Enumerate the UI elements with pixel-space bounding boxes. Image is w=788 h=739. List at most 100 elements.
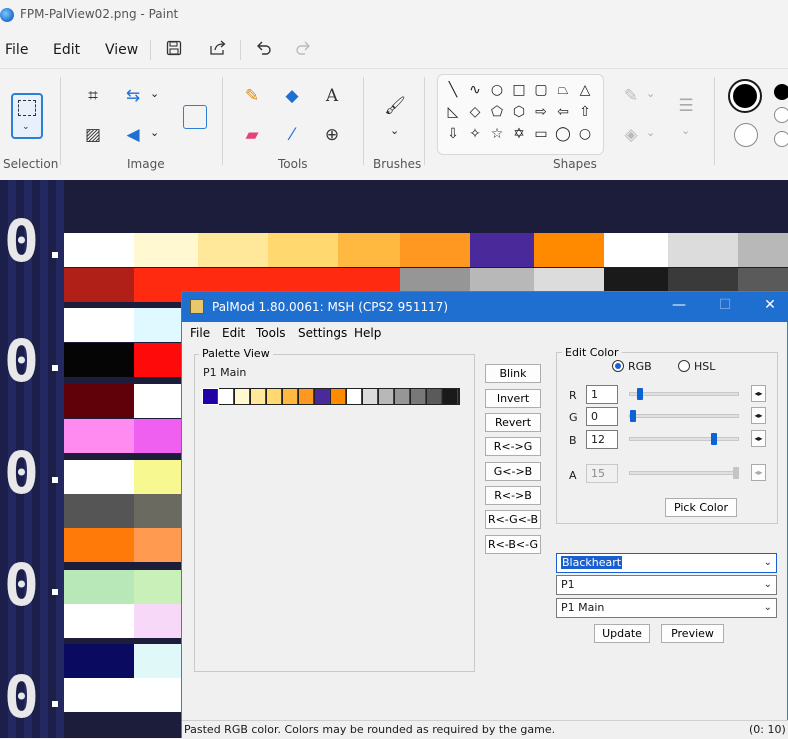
star5-shape-icon[interactable]: ☆ — [488, 125, 506, 143]
palette-swatch[interactable] — [235, 389, 250, 404]
star4-shape-icon[interactable]: ✧ — [466, 125, 484, 143]
palette-swatch[interactable] — [379, 389, 394, 404]
palette-swatch[interactable] — [363, 389, 378, 404]
b-value-field[interactable]: 12 — [586, 430, 618, 449]
close-icon[interactable]: ✕ — [760, 297, 780, 313]
palette-swatch-strip[interactable] — [202, 388, 460, 405]
palmod-titlebar[interactable]: PalMod 1.80.0061: MSH (CPS2 951117) — ☐ … — [182, 292, 788, 322]
arrow-right-shape-icon[interactable]: ⇨ — [532, 103, 550, 121]
b-slider[interactable] — [629, 437, 739, 441]
palette-swatch[interactable] — [299, 389, 314, 404]
shape-fill-icon[interactable]: ◈ — [620, 124, 642, 146]
redo-icon[interactable] — [292, 40, 314, 60]
g-slider[interactable] — [629, 414, 739, 418]
outline-icon[interactable]: ✎ — [620, 85, 642, 107]
maximize-icon[interactable]: ☐ — [715, 297, 735, 313]
rotate-icon[interactable]: ⇆ — [122, 85, 144, 107]
swap-gb-button[interactable]: G<->B — [485, 462, 541, 481]
r-spin-button[interactable]: ◂▸ — [751, 385, 766, 402]
update-button[interactable]: Update — [594, 624, 650, 643]
selection-tool-button[interactable]: ⌄ — [11, 93, 43, 139]
palette-swatch[interactable] — [267, 389, 282, 404]
menu-file[interactable]: File — [5, 42, 28, 58]
palmod-menu-tools[interactable]: Tools — [256, 326, 286, 340]
line-shape-icon[interactable]: ╲ — [444, 81, 462, 99]
share-icon[interactable] — [207, 40, 229, 60]
chevron-down-icon[interactable]: ⌄ — [390, 124, 399, 137]
b-spin-button[interactable]: ◂▸ — [751, 430, 766, 447]
pentagon-shape-icon[interactable]: ⬠ — [488, 103, 506, 121]
palette-swatch[interactable] — [443, 389, 458, 404]
r-slider-thumb[interactable] — [637, 388, 643, 400]
palette-swatch[interactable] — [202, 388, 219, 405]
rotate-rgb-button[interactable]: R<-G<-B — [485, 510, 541, 529]
chevron-down-icon[interactable]: ⌄ — [646, 87, 655, 100]
pick-color-button[interactable]: Pick Color — [665, 498, 737, 517]
palette-swatch[interactable] — [347, 389, 362, 404]
star6-shape-icon[interactable]: ✡ — [510, 125, 528, 143]
callout-rect-shape-icon[interactable]: ▭ — [532, 125, 550, 143]
chevron-down-icon[interactable]: ⌄ — [681, 124, 690, 137]
game-select[interactable]: Blackheart ⌄ — [556, 553, 777, 573]
fill-bucket-icon[interactable]: ◆ — [281, 85, 303, 107]
rotate-rbg-button[interactable]: R<-B<-G — [485, 535, 541, 554]
text-tool-icon[interactable]: A — [321, 85, 343, 107]
color-picker-icon[interactable]: ⁄ — [281, 124, 303, 146]
rgb-radio[interactable] — [612, 360, 624, 372]
chevron-down-icon[interactable]: ⌄ — [150, 87, 159, 100]
palmod-menu-file[interactable]: File — [190, 326, 210, 340]
palette-color-black[interactable] — [774, 84, 788, 100]
palette-swatch[interactable] — [219, 389, 234, 404]
palette-color-white[interactable] — [774, 107, 788, 123]
resize-icon[interactable]: ▨ — [82, 124, 104, 146]
palette-swatch[interactable] — [283, 389, 298, 404]
palmod-menu-edit[interactable]: Edit — [222, 326, 245, 340]
preview-button[interactable]: Preview — [661, 624, 724, 643]
chevron-down-icon[interactable]: ⌄ — [150, 126, 159, 139]
hexagon-shape-icon[interactable]: ⬡ — [510, 103, 528, 121]
line-size-icon[interactable]: ☰ — [675, 95, 697, 117]
blink-button[interactable]: Blink — [485, 364, 541, 383]
unit-select[interactable]: P1 ⌄ — [556, 575, 777, 595]
hsl-radio[interactable] — [678, 360, 690, 372]
palette-swatch[interactable] — [331, 389, 346, 404]
rectangle-shape-icon[interactable]: □ — [510, 81, 528, 99]
callout-cloud-shape-icon[interactable]: ○ — [576, 125, 594, 143]
crop-icon[interactable]: ⌗ — [82, 85, 104, 107]
g-slider-thumb[interactable] — [630, 410, 636, 422]
curve-shape-icon[interactable]: ∿ — [466, 81, 484, 99]
swap-rg-button[interactable]: R<->G — [485, 437, 541, 456]
invert-button[interactable]: Invert — [485, 389, 541, 408]
minimize-icon[interactable]: — — [669, 297, 689, 313]
rounded-rect-shape-icon[interactable]: ▢ — [532, 81, 550, 99]
eraser-icon[interactable]: ▰ — [241, 124, 263, 146]
pencil-icon[interactable]: ✎ — [241, 85, 263, 107]
arrow-left-shape-icon[interactable]: ⇦ — [554, 103, 572, 121]
secondary-color-swatch[interactable] — [734, 123, 758, 147]
arrow-up-shape-icon[interactable]: ⇧ — [576, 103, 594, 121]
palmod-menu-settings[interactable]: Settings — [298, 326, 347, 340]
palette-swatch[interactable] — [315, 389, 330, 404]
g-spin-button[interactable]: ◂▸ — [751, 407, 766, 424]
g-value-field[interactable]: 0 — [586, 407, 618, 426]
chevron-down-icon[interactable]: ⌄ — [646, 126, 655, 139]
palette-color-empty[interactable] — [774, 131, 788, 147]
palette-swatch[interactable] — [395, 389, 410, 404]
save-icon[interactable] — [163, 40, 185, 60]
diamond-shape-icon[interactable]: ◇ — [466, 103, 484, 121]
palette-swatch[interactable] — [251, 389, 266, 404]
image-select-icon[interactable] — [183, 105, 207, 129]
polygon-shape-icon[interactable]: ⏢ — [554, 81, 572, 99]
swap-rb-button[interactable]: R<->B — [485, 486, 541, 505]
palmod-menu-help[interactable]: Help — [354, 326, 381, 340]
magnifier-icon[interactable]: ⊕ — [321, 124, 343, 146]
flip-icon[interactable]: ◀ — [122, 124, 144, 146]
menu-edit[interactable]: Edit — [53, 42, 80, 58]
b-slider-thumb[interactable] — [711, 433, 717, 445]
triangle-shape-icon[interactable]: △ — [576, 81, 594, 99]
r-slider[interactable] — [629, 392, 739, 396]
r-value-field[interactable]: 1 — [586, 385, 618, 404]
primary-color-swatch[interactable] — [728, 79, 762, 113]
palette-select[interactable]: P1 Main ⌄ — [556, 598, 777, 618]
callout-oval-shape-icon[interactable]: ◯ — [554, 125, 572, 143]
